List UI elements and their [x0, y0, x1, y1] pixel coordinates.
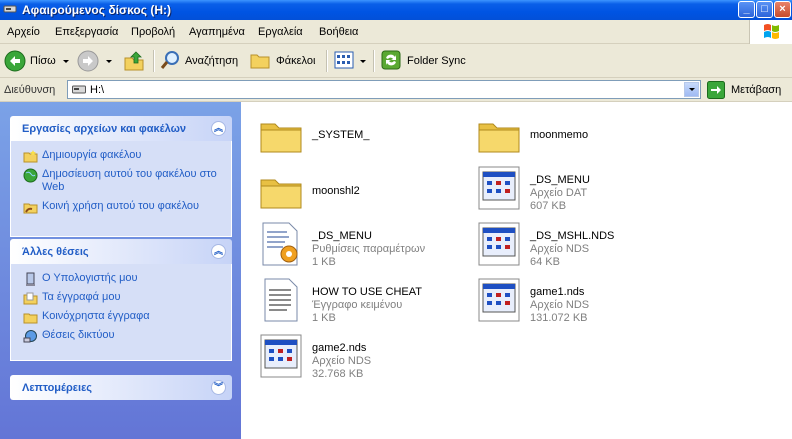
menu-tools[interactable]: Εργαλεία	[258, 26, 303, 38]
text-document-icon	[264, 278, 298, 322]
panel-header[interactable]: Άλλες θέσεις ︽	[10, 239, 232, 264]
share-folder-icon	[23, 203, 38, 214]
my-documents-icon	[23, 292, 38, 305]
back-arrow-icon	[4, 50, 26, 72]
up-folder-button[interactable]	[122, 49, 148, 73]
minimize-button[interactable]: _	[738, 1, 755, 18]
folders-icon	[250, 54, 270, 69]
drive-icon	[72, 85, 86, 94]
search-button[interactable]: Αναζήτηση	[160, 49, 242, 73]
windows-logo	[749, 20, 792, 44]
title-bar: Αφαιρούμενος δίσκος (H:) _ □ ×	[0, 0, 792, 20]
task-new-folder[interactable]: Δημιουργία φακέλου	[11, 149, 231, 163]
file-item[interactable]: moonmemo	[475, 112, 705, 164]
back-button[interactable]: Πίσω	[3, 49, 71, 73]
file-list: _SYSTEM_ moonmemo moonshl2 _DS_MENU Αρχε…	[241, 102, 792, 439]
back-dropdown-icon[interactable]	[63, 60, 69, 63]
application-file-icon	[478, 222, 520, 266]
search-icon	[160, 51, 179, 69]
folder-icon	[260, 123, 302, 153]
new-folder-icon	[23, 150, 38, 163]
task-pane: Εργασίες αρχείων και φακέλων ︽ Δημιουργί…	[0, 102, 241, 439]
forward-arrow-icon	[77, 50, 99, 72]
forward-button[interactable]	[76, 49, 116, 73]
collapse-chevron-icon[interactable]: ︽	[211, 121, 226, 136]
panel-title: Άλλες θέσεις	[22, 246, 89, 258]
folder-icon	[260, 179, 302, 209]
task-publish-web[interactable]: Δημοσίευση αυτού του φακέλου στο Web	[11, 168, 231, 194]
application-file-icon	[478, 166, 520, 210]
place-my-documents[interactable]: Τα έγγραφά μου	[11, 291, 231, 305]
other-places-panel: Άλλες θέσεις ︽ Ο Υπολογιστής μου Τα έγγρ…	[10, 239, 232, 361]
file-item[interactable]: game2.nds Αρχείο NDS 32.768 KB	[257, 332, 487, 384]
menu-favorites[interactable]: Αγαπημένα	[189, 26, 245, 38]
file-item[interactable]: _DS_MENU Αρχείο DAT 607 KB	[475, 164, 705, 216]
views-button[interactable]	[333, 49, 369, 73]
my-computer-icon	[26, 272, 35, 286]
address-value: H:\	[90, 84, 105, 96]
panel-header[interactable]: Λεπτομέρειες ︾	[10, 375, 232, 400]
toolbar: Πίσω Αναζήτηση Φάκελοι Folder Sync	[0, 44, 792, 78]
menu-edit[interactable]: Επεξεργασία	[55, 26, 118, 38]
close-button[interactable]: ×	[774, 1, 791, 18]
details-panel: Λεπτομέρειες ︾	[10, 375, 232, 400]
application-file-icon	[260, 334, 302, 378]
menu-file[interactable]: Αρχείο	[7, 26, 40, 38]
chevron-down-icon	[689, 88, 695, 91]
file-folder-tasks-panel: Εργασίες αρχείων και φακέλων ︽ Δημιουργί…	[10, 116, 232, 237]
go-button[interactable]: Μετάβαση	[707, 81, 781, 99]
removable-drive-icon	[3, 5, 17, 13]
place-shared-documents[interactable]: Κοινόχρηστα έγγραφα	[11, 310, 231, 324]
window-title: Αφαιρούμενος δίσκος (H:)	[22, 3, 171, 17]
file-item[interactable]: game1.nds Αρχείο NDS 131.072 KB	[475, 276, 705, 328]
config-settings-icon	[262, 222, 298, 266]
folders-button[interactable]: Φάκελοι	[249, 49, 321, 73]
network-places-icon	[23, 330, 37, 343]
menu-help[interactable]: Βοήθεια	[319, 26, 358, 38]
forward-dropdown-icon[interactable]	[106, 60, 112, 63]
address-label: Διεύθυνση	[4, 84, 56, 96]
place-my-computer[interactable]: Ο Υπολογιστής μου	[11, 272, 231, 286]
file-item[interactable]: _DS_MENU Ρυθμίσεις παραμέτρων 1 KB	[257, 220, 487, 272]
task-share-folder[interactable]: Κοινή χρήση αυτού του φακέλου	[11, 200, 231, 214]
address-bar: Διεύθυνση H:\ Μετάβαση	[0, 78, 792, 102]
file-item[interactable]: _SYSTEM_	[257, 112, 487, 164]
expand-chevron-icon[interactable]: ︾	[211, 380, 226, 395]
menu-view[interactable]: Προβολή	[131, 26, 175, 38]
publish-web-icon	[23, 168, 38, 183]
address-dropdown-button[interactable]	[684, 82, 699, 97]
file-item[interactable]: moonshl2	[257, 168, 487, 220]
menu-bar: Αρχείο Επεξεργασία Προβολή Αγαπημένα Εργ…	[0, 20, 792, 44]
windows-flag-icon	[764, 24, 779, 39]
go-arrow-icon	[707, 81, 725, 99]
folder-sync-button[interactable]: Folder Sync	[380, 49, 470, 73]
collapse-chevron-icon[interactable]: ︽	[211, 244, 226, 259]
maximize-button[interactable]: □	[756, 1, 773, 18]
place-network[interactable]: Θέσεις δικτύου	[11, 329, 231, 343]
panel-title: Εργασίες αρχείων και φακέλων	[22, 123, 187, 135]
shared-documents-icon	[23, 313, 38, 324]
panel-header[interactable]: Εργασίες αρχείων και φακέλων ︽	[10, 116, 232, 141]
up-folder-icon	[124, 51, 144, 71]
application-file-icon	[478, 278, 520, 322]
file-item[interactable]: _DS_MSHL.NDS Αρχείο NDS 64 KB	[475, 220, 705, 272]
folder-sync-icon	[381, 50, 401, 70]
address-input[interactable]: H:\	[67, 80, 701, 99]
folder-icon	[478, 123, 520, 153]
views-dropdown-icon[interactable]	[360, 60, 366, 63]
views-icon	[334, 51, 354, 69]
file-item[interactable]: HOW TO USE CHEAT Έγγραφο κειμένου 1 KB	[257, 276, 487, 328]
panel-title: Λεπτομέρειες	[22, 382, 93, 394]
